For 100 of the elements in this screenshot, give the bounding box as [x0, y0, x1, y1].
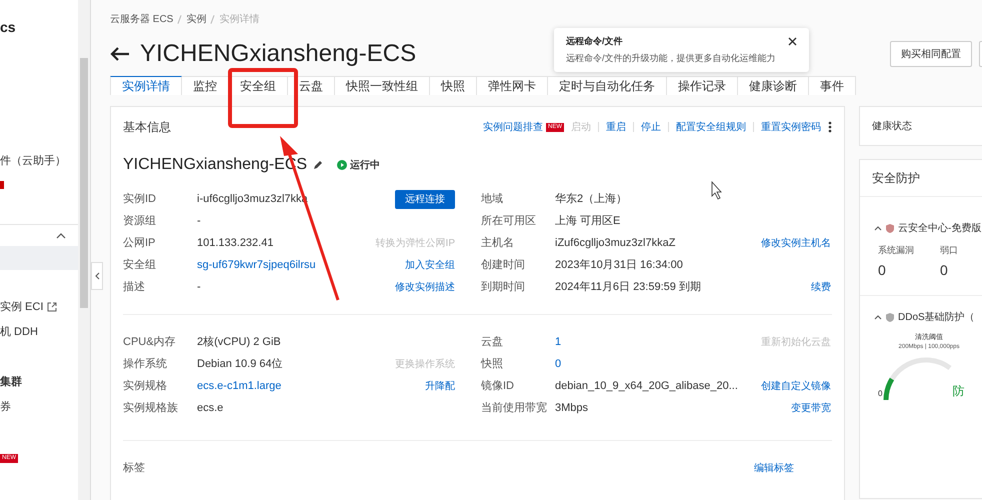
disabled-action: 转换为弹性公网IP — [376, 238, 455, 249]
running-status-icon — [337, 160, 348, 170]
action-link[interactable]: 创建自定义镜像 — [761, 380, 831, 392]
stat-value: 0 — [878, 260, 887, 280]
disabled-action: 更换操作系统 — [395, 358, 455, 370]
value-link[interactable]: 1 — [555, 336, 562, 348]
field-label: 资源组 — [123, 214, 157, 229]
field-label: 公网IP — [123, 236, 156, 251]
field-value: 101.133.232.41 — [197, 236, 274, 249]
action-link[interactable]: 修改实例主机名 — [761, 238, 831, 249]
field-value: 华东2（上海） — [555, 192, 628, 205]
value-link[interactable]: 0 — [555, 358, 562, 370]
field-label: 到期时间 — [481, 280, 526, 295]
tooltip-text: 远程命令/文件的升级功能，提供更多自动化运维能力 — [566, 52, 777, 64]
tab[interactable]: 实例详情 — [110, 76, 182, 95]
field-value: 2核(vCPU) 2 GiB — [197, 336, 281, 348]
field-value: 3Mbps — [555, 402, 588, 414]
stat-label: 弱口 — [940, 244, 958, 257]
field-value: 2023年10月31日 16:34:00 — [555, 258, 683, 271]
shield-icon — [886, 312, 894, 322]
breadcrumb-item[interactable]: 实例 — [186, 12, 206, 26]
action-link[interactable]: 配置安全组规则 — [676, 120, 746, 134]
chevron-up-icon[interactable] — [874, 314, 882, 320]
group-title: 云安全中心-免费版 — [898, 222, 982, 236]
field-label: 标签 — [123, 460, 145, 476]
edit-icon[interactable] — [313, 160, 324, 170]
tab[interactable]: 定时与自动化任务 — [548, 76, 667, 95]
buy-same-config-button[interactable]: 购买相同配置 — [890, 41, 972, 67]
field-label: CPU&内存 — [123, 334, 177, 350]
breadcrumb-item[interactable]: 云服务器 ECS — [110, 12, 174, 26]
chevron-up-icon[interactable] — [56, 232, 66, 238]
tab[interactable]: 监控 — [182, 76, 229, 95]
disabled-action: 重新初始化云盘 — [761, 336, 831, 348]
action-link[interactable]: 停止 — [641, 120, 661, 134]
field-label: 描述 — [123, 280, 146, 295]
scrollbar[interactable] — [78, 0, 90, 500]
tab[interactable]: 快照 — [430, 76, 477, 95]
field-value: debian_10_9_x64_20G_alibase_20... — [555, 380, 738, 392]
back-arrow-icon[interactable] — [110, 46, 130, 62]
chevron-up-icon[interactable] — [874, 226, 882, 231]
close-icon[interactable] — [788, 37, 797, 46]
field-value: - — [197, 280, 201, 293]
field-label: 云盘 — [481, 334, 504, 350]
sidebar-item[interactable]: 件（云助手） — [0, 152, 66, 170]
action-link[interactable]: 升降配 — [425, 380, 455, 392]
status-marker — [0, 181, 4, 189]
field-value: ecs.e — [197, 402, 224, 414]
action-link[interactable]: 编辑标签 — [754, 460, 794, 476]
action-link[interactable]: 续费 — [811, 282, 831, 293]
field-label: 安全组 — [123, 258, 157, 273]
field-label: 所在可用区 — [481, 214, 537, 229]
sidebar-item[interactable]: 实例 ECI — [0, 298, 58, 316]
field-value: 2024年11月6日 23:59:59 到期 — [555, 280, 701, 293]
sidebar-item[interactable]: 机 DDH — [0, 324, 38, 340]
card-title: 安全防护 — [872, 170, 920, 187]
section-title: 基本信息 — [123, 119, 171, 136]
action-link[interactable]: 修改实例描述 — [395, 282, 455, 293]
tab[interactable]: 快照一致性组 — [335, 76, 430, 95]
gauge-status: 防 — [952, 383, 964, 400]
collapse-sidebar-button[interactable] — [91, 262, 103, 290]
page-title: YICHENGxiansheng-ECS — [140, 39, 416, 69]
tab[interactable]: 云盘 — [288, 76, 335, 95]
field-label: 镜像ID — [481, 378, 515, 394]
field-label: 操作系统 — [123, 356, 168, 372]
field-label: 实例ID — [123, 192, 157, 207]
status-text: 运行中 — [350, 158, 380, 172]
value-link[interactable]: ecs.e-c1m1.large — [197, 380, 282, 392]
shield-icon — [886, 224, 894, 233]
value-link[interactable]: sg-uf679kwr7sjpeq6ilrsu — [197, 258, 316, 271]
external-link-icon — [47, 302, 58, 312]
field-label: 实例规格族 — [123, 400, 179, 416]
tooltip-title: 远程命令/文件 — [566, 35, 623, 48]
tab[interactable]: 操作记录 — [667, 76, 738, 95]
field-label: 快照 — [481, 356, 504, 372]
field-value: iZuf6cglljo3muz3zl7kkaZ — [555, 236, 676, 249]
group-title: DDoS基础防护（ — [898, 310, 975, 324]
field-value: Debian 10.9 64位 — [197, 358, 283, 370]
tab[interactable]: 事件 — [809, 76, 856, 95]
field-value: 上海 可用区E — [555, 214, 620, 227]
field-label: 主机名 — [481, 236, 515, 251]
sidebar-item[interactable]: 券 — [0, 398, 11, 416]
chevron-left-icon — [94, 272, 100, 280]
tab[interactable]: 健康诊断 — [738, 76, 809, 95]
mouse-cursor-icon — [712, 180, 722, 200]
field-value: - — [197, 214, 201, 227]
field-label: 实例规格 — [123, 378, 168, 394]
action-link[interactable]: 加入安全组 — [405, 260, 455, 271]
tab[interactable]: 弹性网卡 — [477, 76, 548, 95]
sidebar-item[interactable]: 集群 — [0, 374, 22, 390]
tab[interactable]: 安全组 — [229, 76, 288, 95]
more-icon[interactable] — [828, 121, 832, 133]
action-link[interactable]: 实例问题排查 — [483, 120, 543, 134]
breadcrumb-item: 实例详情 — [219, 12, 260, 26]
remote-connect-button[interactable]: 远程连接 — [395, 190, 455, 208]
action-link[interactable]: 变更带宽 — [791, 402, 831, 414]
product-title: cs — [0, 18, 16, 36]
action-link[interactable]: 重置实例密码 — [761, 120, 821, 134]
stat-label: 系统漏洞 — [878, 244, 914, 257]
action-link[interactable]: 重启 — [606, 120, 626, 134]
field-label: 创建时间 — [481, 258, 526, 273]
